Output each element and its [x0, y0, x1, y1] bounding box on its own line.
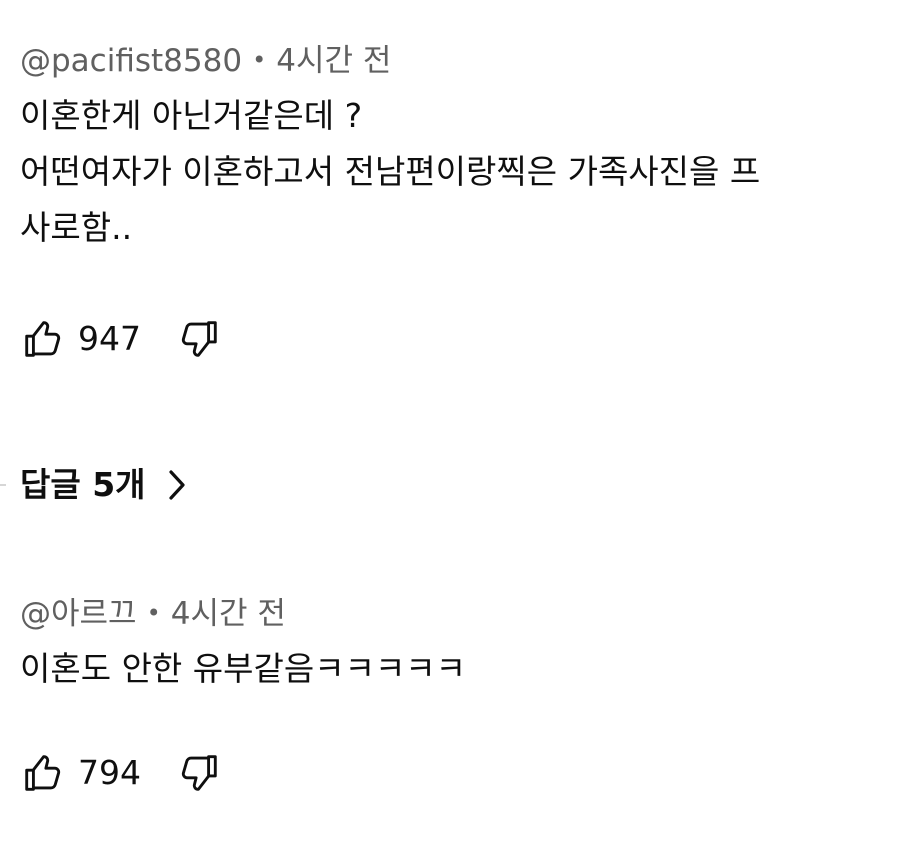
comment-author[interactable]: @아르끄: [20, 596, 137, 632]
comment-text-line: 어떤여자가 이혼하고서 전남편이랑찍은 가족사진을 프: [20, 152, 761, 191]
comment-text-line: 이혼도 안한 유부같음ㅋㅋㅋㅋㅋ: [20, 649, 467, 688]
comment-text-line: 이혼한게 아닌거같은데 ?: [20, 96, 363, 135]
thumbs-up-icon: [25, 755, 61, 791]
dislike-button[interactable]: [176, 748, 224, 798]
comment-author[interactable]: @pacifist8580: [20, 43, 242, 79]
comment-text: 이혼한게 아닌거같은데 ? 어떤여자가 이혼하고서 전남편이랑찍은 가족사진을 …: [20, 88, 901, 256]
like-count: 794: [78, 753, 141, 792]
edge-divider: [0, 484, 6, 486]
comment-timestamp[interactable]: 4시간 전: [171, 596, 286, 632]
comment-text-line: 사로함..: [20, 208, 133, 247]
comment-header: @pacifist8580 • 4시간 전: [20, 38, 901, 82]
comment-actions: 947: [20, 314, 224, 364]
thumbs-down-icon: [181, 755, 217, 791]
thumbs-down-icon: [181, 321, 217, 357]
comment: @pacifist8580 • 4시간 전 이혼한게 아닌거같은데 ? 어떤여자가 …: [20, 38, 901, 358]
like-button[interactable]: [20, 748, 68, 798]
meta-separator: •: [252, 46, 267, 74]
like-count: 947: [78, 319, 141, 358]
comment-actions: 794: [20, 748, 224, 798]
like-button[interactable]: [20, 314, 68, 364]
comment: @아르끄 • 4시간 전 이혼도 안한 유부같음ㅋㅋㅋㅋㅋ 794: [20, 591, 901, 792]
meta-separator: •: [146, 599, 161, 627]
comment-timestamp[interactable]: 4시간 전: [276, 43, 391, 79]
dislike-button[interactable]: [176, 314, 224, 364]
comment-header: @아르끄 • 4시간 전: [20, 591, 901, 635]
chevron-right-icon: [166, 468, 188, 502]
comment-text: 이혼도 안한 유부같음ㅋㅋㅋㅋㅋ: [20, 641, 901, 697]
view-replies-button[interactable]: 답글 5개: [20, 458, 188, 512]
thumbs-up-icon: [25, 321, 61, 357]
replies-label: 답글 5개: [20, 465, 146, 504]
